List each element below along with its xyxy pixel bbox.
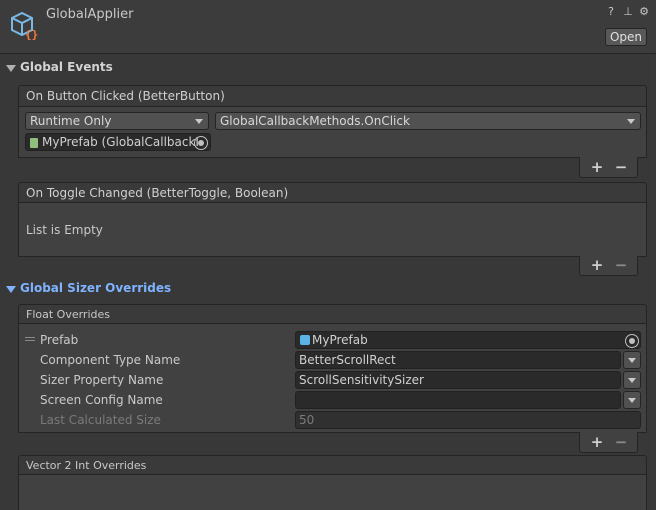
- on-button-clicked-header: On Button Clicked (BetterButton): [18, 85, 647, 107]
- screen-config-label: Screen Config Name: [40, 393, 163, 407]
- float-overrides-body: Prefab MyPrefab Component Type Name Bett…: [18, 323, 647, 433]
- event-title: On Button Clicked (BetterButton): [26, 89, 225, 103]
- sizer-property-field[interactable]: ScrollSensitivitySizer: [295, 371, 621, 389]
- add-button[interactable]: +: [589, 159, 605, 175]
- runtime-mode-value: Runtime Only: [30, 114, 112, 128]
- drag-handle-icon[interactable]: [25, 337, 35, 338]
- object-picker-icon[interactable]: [194, 136, 208, 150]
- component-type-field[interactable]: BetterScrollRect: [295, 351, 621, 369]
- float-overrides-header: Float Overrides: [18, 304, 647, 324]
- screen-config-dropdown[interactable]: [623, 391, 641, 409]
- prefab-object-field[interactable]: MyPrefab: [295, 331, 641, 349]
- last-calculated-size-label: Last Calculated Size: [40, 413, 161, 427]
- list-footer: + −: [579, 157, 638, 178]
- chevron-down-icon: [627, 119, 635, 124]
- global-events-foldout[interactable]: Global Events: [20, 60, 113, 74]
- component-type-label: Component Type Name: [40, 353, 181, 367]
- svg-text:{}: {}: [25, 28, 38, 40]
- sizer-property-dropdown[interactable]: [623, 371, 641, 389]
- runtime-mode-dropdown[interactable]: Runtime Only: [25, 112, 209, 130]
- screen-config-field[interactable]: [295, 391, 621, 409]
- vector2int-overrides-header: Vector 2 Int Overrides: [18, 455, 647, 475]
- inspector-scrollbar[interactable]: [650, 54, 656, 510]
- target-object-value: MyPrefab (GlobalCallbackI: [42, 135, 199, 149]
- list-title: Float Overrides: [26, 308, 110, 321]
- list-title: Vector 2 Int Overrides: [26, 459, 147, 472]
- list-footer: + −: [579, 256, 638, 276]
- script-icon: [30, 138, 38, 148]
- global-sizer-overrides-foldout[interactable]: Global Sizer Overrides: [20, 281, 171, 295]
- on-button-clicked-body: Runtime Only GlobalCallbackMethods.OnCli…: [18, 106, 647, 158]
- function-dropdown[interactable]: GlobalCallbackMethods.OnClick: [215, 112, 641, 130]
- list-empty-text: List is Empty: [26, 223, 103, 237]
- prefab-value: MyPrefab: [312, 333, 368, 347]
- add-button[interactable]: +: [589, 257, 605, 273]
- component-type-dropdown[interactable]: [623, 351, 641, 369]
- sizer-property-label: Sizer Property Name: [40, 373, 164, 387]
- remove-button[interactable]: −: [613, 159, 629, 175]
- foldout-arrow-icon[interactable]: [6, 286, 16, 293]
- target-object-field[interactable]: MyPrefab (GlobalCallbackI: [25, 133, 211, 151]
- event-title: On Toggle Changed (BetterToggle, Boolean…: [26, 186, 289, 200]
- chevron-down-icon: [195, 119, 203, 124]
- component-title: GlobalApplier: [46, 7, 134, 22]
- on-toggle-changed-header: On Toggle Changed (BetterToggle, Boolean…: [18, 182, 647, 203]
- remove-button[interactable]: −: [613, 257, 629, 273]
- last-calculated-size-field: 50: [295, 411, 641, 429]
- foldout-arrow-icon[interactable]: [6, 65, 16, 72]
- settings-icon[interactable]: ⚙: [638, 5, 650, 19]
- prefab-label: Prefab: [40, 333, 79, 347]
- inspector-header: {} GlobalApplier ? ⊥ ⚙ Open: [0, 0, 656, 54]
- vector2int-overrides-body: [18, 474, 647, 510]
- prefab-icon: [300, 335, 310, 345]
- remove-button[interactable]: −: [613, 434, 629, 450]
- open-button[interactable]: Open: [605, 28, 647, 46]
- help-icon[interactable]: ?: [605, 5, 617, 19]
- preset-icon[interactable]: ⊥: [622, 5, 634, 19]
- object-picker-icon[interactable]: [625, 334, 639, 348]
- list-footer: + −: [579, 432, 638, 453]
- add-button[interactable]: +: [589, 434, 605, 450]
- component-script-icon: {}: [11, 11, 38, 40]
- function-value: GlobalCallbackMethods.OnClick: [220, 114, 410, 128]
- on-toggle-changed-body: List is Empty: [18, 202, 647, 257]
